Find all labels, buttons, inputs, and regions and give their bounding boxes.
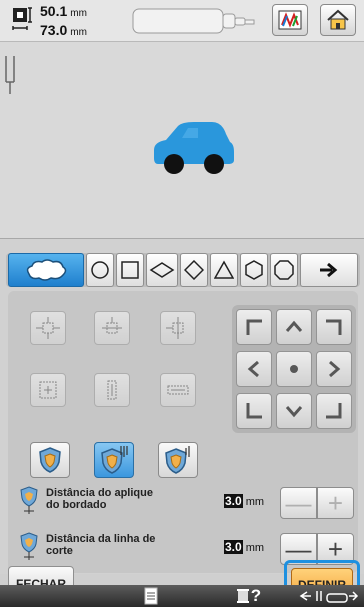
- center-button[interactable]: [276, 351, 312, 387]
- size-width-unit: mm: [70, 8, 87, 19]
- corner-down-right-icon: [326, 403, 342, 419]
- home-button[interactable]: [320, 4, 356, 36]
- embroidery-size: 50.1 mm 73.0 mm: [40, 3, 87, 41]
- tab-circle[interactable]: [86, 253, 114, 287]
- cutline-distance-label: Distância da linha de corte: [46, 533, 156, 557]
- align-corner-icon: [39, 381, 57, 399]
- applique-distance-number: 3.0: [224, 494, 243, 508]
- triangle-icon: [214, 260, 234, 279]
- diamond-icon: [184, 260, 204, 280]
- circle-icon: [91, 261, 109, 279]
- diamond-wide-icon: [149, 262, 175, 278]
- applique-distance-minus[interactable]: —: [280, 487, 317, 519]
- tab-cloud-shape[interactable]: [8, 253, 84, 287]
- align-horizontal-icon: [167, 385, 189, 395]
- applique-distance-icon: [18, 485, 40, 515]
- cloud-shape-icon: [26, 259, 67, 281]
- align-side-icon: [166, 317, 184, 339]
- align-corner-button[interactable]: [30, 373, 66, 407]
- help-button[interactable]: ?: [226, 586, 270, 606]
- help-label: ?: [250, 586, 262, 605]
- applique-distance-stepper: — +: [280, 487, 354, 519]
- thread-color-icon: [278, 10, 302, 30]
- list-document-icon[interactable]: [140, 586, 162, 606]
- move-up-button[interactable]: [276, 309, 312, 345]
- size-height-unit: mm: [70, 27, 87, 38]
- octagon-icon: [274, 260, 294, 280]
- home-icon: [327, 9, 349, 30]
- square-icon: [121, 261, 139, 279]
- align-center-icon: [36, 317, 60, 339]
- position-pad: [232, 305, 356, 433]
- align-side-button[interactable]: [160, 311, 196, 345]
- shield-applique-icon: [39, 447, 61, 473]
- cutline-distance-unit: mm: [245, 542, 265, 554]
- arrow-right-icon: [320, 262, 338, 278]
- applique-fill-button[interactable]: [30, 442, 70, 478]
- settings-area: Distância do aplique do bordado 3.0 mm — …: [8, 291, 358, 573]
- tab-hexagon[interactable]: [240, 253, 268, 287]
- align-center-button[interactable]: [30, 311, 66, 345]
- corner-down-left-icon: [246, 403, 262, 419]
- next-shapes-button[interactable]: [300, 253, 358, 287]
- chevron-down-icon: [285, 406, 303, 418]
- chevron-up-icon: [285, 320, 303, 332]
- move-down-right-button[interactable]: [316, 393, 352, 429]
- align-vertical-button[interactable]: [94, 373, 130, 407]
- center-dot-icon: [290, 365, 298, 373]
- applique-distance-plus[interactable]: +: [317, 487, 354, 519]
- thread-color-button[interactable]: [272, 4, 308, 36]
- shape-tabs: [6, 253, 360, 287]
- needle-position-icon: [3, 56, 17, 96]
- corner-up-left-icon: [246, 319, 262, 335]
- shield-position-icon: [165, 446, 190, 474]
- tab-diamond[interactable]: [180, 253, 208, 287]
- thread-indicator: [132, 8, 256, 34]
- size-height-value: 73.0: [40, 22, 68, 38]
- size-width-value: 50.1: [40, 3, 68, 19]
- car-embroidery-design: [148, 120, 236, 178]
- hexagon-icon: [245, 260, 263, 280]
- cutline-distance-number: 3.0: [224, 540, 243, 554]
- move-down-left-button[interactable]: [236, 393, 272, 429]
- presser-foot-icon[interactable]: [296, 586, 362, 606]
- move-up-right-button[interactable]: [316, 309, 352, 345]
- tab-diamond-wide[interactable]: [146, 253, 178, 287]
- spool-icon: [236, 589, 249, 603]
- align-vertical-icon: [107, 380, 117, 400]
- cutline-distance-icon: [18, 531, 40, 561]
- align-top-button[interactable]: [94, 311, 130, 345]
- move-down-button[interactable]: [276, 393, 312, 429]
- embroidery-size-icon: [10, 6, 34, 34]
- embroidery-preview: [0, 42, 364, 238]
- applique-settings-panel: Distância do aplique do bordado 3.0 mm — …: [0, 238, 364, 607]
- chevron-right-icon: [329, 360, 341, 378]
- applique-position-button[interactable]: [158, 442, 198, 478]
- align-top-icon: [102, 317, 122, 334]
- applique-distance-label: Distância do aplique do bordado: [46, 487, 153, 511]
- move-left-button[interactable]: [236, 351, 272, 387]
- tab-triangle[interactable]: [210, 253, 238, 287]
- applique-distance-value: 3.0 mm: [224, 494, 264, 508]
- chevron-left-icon: [247, 360, 259, 378]
- shield-needle-icon: [101, 446, 128, 474]
- move-right-button[interactable]: [316, 351, 352, 387]
- move-up-left-button[interactable]: [236, 309, 272, 345]
- align-horizontal-button[interactable]: [160, 373, 196, 407]
- tab-square[interactable]: [116, 253, 144, 287]
- applique-distance-unit: mm: [245, 496, 265, 508]
- cutline-distance-value: 3.0 mm: [224, 540, 264, 554]
- top-bar: 50.1 mm 73.0 mm: [0, 0, 364, 42]
- corner-up-right-icon: [326, 319, 342, 335]
- applique-outline-button[interactable]: [94, 442, 134, 478]
- bottom-bar: ?: [0, 585, 364, 607]
- tab-octagon[interactable]: [270, 253, 298, 287]
